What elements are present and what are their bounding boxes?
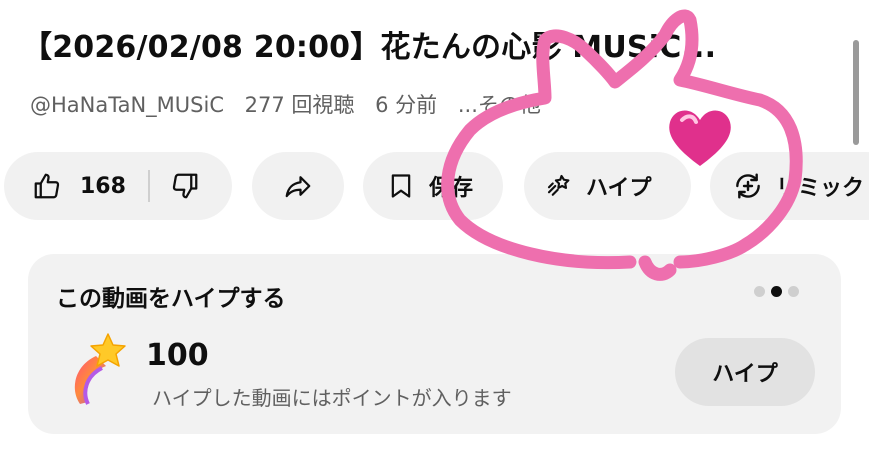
action-bar: 168 保存 ハイプ リミック: [0, 152, 869, 220]
remix-icon: [736, 173, 760, 199]
thumbs-down-icon: [172, 173, 198, 199]
share-button[interactable]: [252, 152, 344, 220]
save-label: 保存: [429, 176, 474, 201]
pager-dot[interactable]: [788, 286, 799, 297]
save-button[interactable]: 保存: [363, 152, 503, 220]
hype-action-button[interactable]: ハイプ: [524, 152, 691, 220]
pager-dot[interactable]: [754, 286, 765, 297]
scrollbar[interactable]: [853, 40, 859, 145]
remix-button[interactable]: リミック: [710, 152, 869, 220]
upload-time: 6 分前: [375, 93, 438, 117]
pager-dot-active[interactable]: [771, 286, 782, 297]
channel-handle[interactable]: @HaNaTaN_MUSiC: [30, 93, 224, 117]
dislike-button[interactable]: [150, 152, 200, 220]
thumbs-up-icon: [34, 173, 60, 199]
video-title: 【2026/02/08 20:00】花たんの心影 MUSiC...: [22, 30, 717, 65]
hype-card-title: この動画をハイプする: [56, 286, 286, 312]
more-info-link[interactable]: ...その他: [458, 93, 541, 117]
hype-description: ハイプした動画にはポイントが入ります: [152, 386, 512, 410]
hype-action-label: ハイプ: [586, 176, 652, 201]
view-count: 277 回視聴: [244, 93, 355, 117]
hype-points: 100: [146, 338, 209, 373]
shooting-star-icon: [74, 333, 126, 405]
bookmark-icon: [391, 174, 411, 198]
remix-label: リミック: [776, 176, 865, 201]
like-button[interactable]: 168: [4, 152, 126, 220]
hype-card: この動画をハイプする 100 ハイプした動画にはポイントが入ります ハイプ: [28, 254, 841, 434]
video-meta: @HaNaTaN_MUSiC 277 回視聴 6 分前 ...その他: [30, 88, 555, 122]
share-arrow-icon: [285, 176, 311, 198]
card-pager[interactable]: [754, 286, 799, 297]
hype-rocket-icon: [547, 174, 570, 196]
hype-button[interactable]: ハイプ: [675, 338, 815, 406]
like-dislike-group: 168: [4, 152, 232, 220]
like-count: 168: [80, 173, 126, 199]
